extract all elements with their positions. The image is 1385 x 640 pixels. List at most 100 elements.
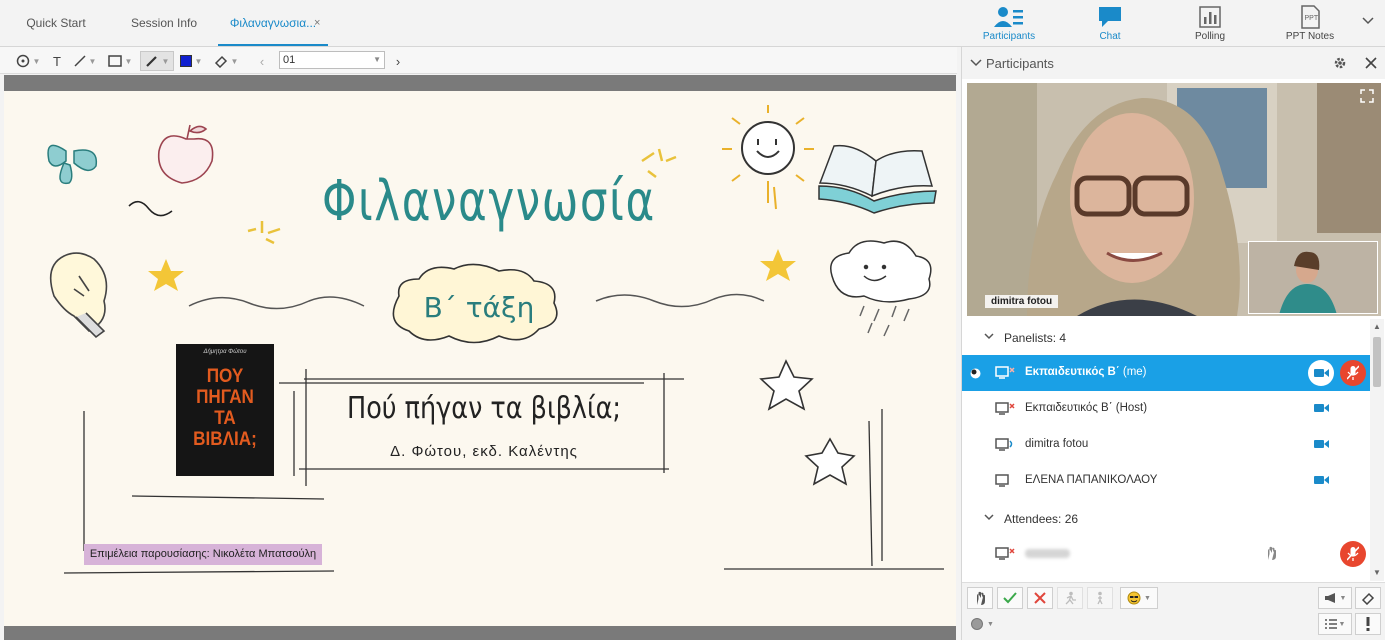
star-doodle	[148, 259, 184, 291]
announcement-button[interactable]: ▼	[1318, 587, 1352, 609]
scroll-thumb[interactable]	[1373, 337, 1381, 387]
line-tool[interactable]: ▼	[70, 51, 100, 71]
status-dot-icon	[970, 368, 981, 379]
star-doodle-2	[760, 249, 796, 281]
video-camera-icon[interactable]	[1314, 403, 1329, 413]
raised-hand-icon	[977, 591, 985, 605]
self-video-thumbnail[interactable]	[1248, 241, 1378, 314]
panelist-row[interactable]: ΕΛΕΝΑ ΠΑΠΑΝΙΚΟΛΑΟΥ	[962, 463, 1370, 499]
attendees-section-header[interactable]: Attendees: 26	[962, 504, 1372, 532]
ppt-notes-icon: PPT	[1301, 5, 1320, 29]
no-button[interactable]	[1027, 587, 1053, 609]
video-toggle-button[interactable]	[1308, 360, 1334, 386]
run-faster-icon	[1065, 591, 1076, 605]
exclamation-icon	[1366, 617, 1370, 631]
collapse-chevron-icon[interactable]	[970, 58, 982, 68]
participants-label: Participants	[982, 31, 1036, 42]
panelist-row[interactable]: Εκπαιδευτικός Β΄ (me)	[962, 355, 1370, 391]
expand-icon[interactable]	[1360, 89, 1374, 103]
video-camera-icon[interactable]	[1314, 475, 1329, 485]
color-picker[interactable]: ▼	[176, 51, 206, 71]
pen-icon	[145, 56, 157, 67]
video-camera-icon	[1314, 369, 1329, 377]
spark-doodle	[247, 221, 281, 245]
prev-page-button[interactable]: ‹	[254, 51, 270, 71]
emoji-icon	[1127, 591, 1141, 605]
book-cover-image: Δήμητρα Φώτου ΠΟΥ ΠΗΓΑΝ ΤΑ ΒΙΒΛΙΑ;	[176, 344, 274, 476]
polling-label: Polling	[1194, 31, 1226, 42]
mute-button[interactable]	[1340, 541, 1366, 567]
rectangle-tool[interactable]: ▼	[104, 51, 136, 71]
megaphone-icon	[1324, 593, 1335, 603]
star-outline-doodle	[759, 359, 814, 411]
slide-grade: Β΄ τάξη	[423, 291, 535, 324]
panelist-row[interactable]: Εκπαιδευτικός Β΄ (Host)	[962, 391, 1370, 427]
panelist-row[interactable]: dimitra fotou	[962, 427, 1370, 463]
polling-button[interactable]: Polling	[1175, 0, 1245, 46]
participants-panel-header: Participants	[962, 47, 1385, 79]
chevron-down-icon	[984, 333, 994, 340]
emoji-button[interactable]: ▼	[1120, 587, 1158, 609]
yes-button[interactable]	[997, 587, 1023, 609]
list-view-button[interactable]: ▼	[1318, 613, 1352, 635]
chevron-down-icon[interactable]	[1361, 14, 1375, 28]
gear-icon[interactable]	[1333, 56, 1347, 70]
go-slower-button[interactable]	[1087, 587, 1113, 609]
mute-button[interactable]	[1340, 360, 1366, 386]
list-icon	[1324, 619, 1337, 629]
next-page-button[interactable]: ›	[390, 51, 406, 71]
computer-audio-icon	[995, 438, 1013, 451]
status-dropdown[interactable]: ▼	[967, 613, 1001, 635]
participants-panel: Participants dimitra fotou Panelists: 4 …	[961, 47, 1385, 640]
panelist-name: Εκπαιδευτικός Β΄ (me)	[1025, 366, 1147, 378]
eraser-tool[interactable]: ▼	[210, 51, 242, 71]
clear-feedback-button[interactable]	[1355, 587, 1381, 609]
go-faster-button[interactable]	[1057, 587, 1083, 609]
ppt-notes-button[interactable]: PPT PPT Notes	[1275, 0, 1345, 46]
presentation-viewer: Φιλαναγνωσία Β΄ τάξη Δήμητρα Φώτου ΠΟΥ Π…	[4, 75, 956, 640]
book-subtitle: Δ. Φώτου, εκδ. Καλέντης	[390, 443, 578, 460]
attendee-name-blurred	[1025, 549, 1070, 558]
panelists-count: Panelists: 4	[1004, 331, 1067, 345]
annotation-toolbar: ▼ T ▼ ▼ ▼ ▼ ▼ ‹ 01 ▼ ›	[0, 47, 957, 74]
panelist-name: ΕΛΕΝΑ ΠΑΠΑΝΙΚΟΛΑΟΥ	[1025, 474, 1158, 486]
butterfly-doodle	[47, 144, 98, 185]
pen-tool[interactable]: ▼	[140, 51, 174, 71]
checkmark-icon	[1003, 592, 1017, 604]
page-select[interactable]: 01 ▼	[279, 51, 385, 69]
computer-audio-icon	[995, 402, 1015, 415]
tab-quick-start[interactable]: Quick Start	[14, 0, 98, 46]
participants-button[interactable]: Participants	[974, 0, 1044, 46]
tab-session-info[interactable]: Session Info	[120, 0, 208, 46]
self-video-frame	[1249, 242, 1377, 313]
computer-audio-icon	[995, 366, 1015, 379]
attendee-row[interactable]	[962, 536, 1370, 572]
scroll-up-arrow[interactable]: ▲	[1373, 322, 1381, 331]
participants-scrollbar[interactable]: ▲ ▼	[1370, 319, 1384, 581]
panelists-section-header[interactable]: Panelists: 4	[962, 323, 1372, 351]
text-tool[interactable]: T	[48, 51, 66, 71]
attendees-count: Attendees: 26	[1004, 512, 1079, 526]
star-outline-doodle-2	[804, 437, 856, 486]
lightbulb-doodle	[49, 252, 108, 339]
scroll-down-arrow[interactable]: ▼	[1373, 568, 1381, 577]
pointer-tool[interactable]: ▼	[12, 51, 44, 71]
pointer-icon	[16, 54, 29, 68]
chat-button[interactable]: Chat	[1075, 0, 1145, 46]
computer-audio-icon	[995, 547, 1015, 560]
raise-hand-button[interactable]	[967, 587, 993, 609]
computer-icon	[995, 474, 1009, 487]
book-title-frame	[279, 369, 684, 486]
panelist-name: Εκπαιδευτικός Β΄ (Host)	[1025, 402, 1148, 414]
polling-icon	[1199, 6, 1221, 28]
tab-presentation[interactable]: Φιλαναγνωσια...	[218, 0, 328, 46]
close-tab-icon[interactable]: ×	[314, 17, 320, 29]
microphone-muted-icon	[1347, 546, 1359, 561]
alert-button[interactable]	[1355, 613, 1381, 635]
video-camera-icon[interactable]	[1314, 439, 1329, 449]
x-mark-icon	[1034, 592, 1046, 604]
sun-doodle	[722, 105, 814, 210]
close-icon[interactable]	[1365, 57, 1377, 69]
presentation-credit: Επιμέλεια παρουσίασης: Νικολέτα Μπατσούλ…	[84, 544, 322, 565]
status-indicator-icon	[971, 618, 983, 630]
